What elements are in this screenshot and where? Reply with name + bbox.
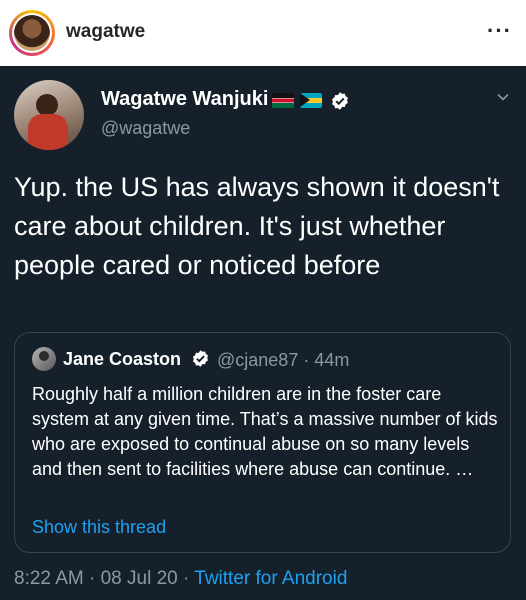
kenya-flag-icon bbox=[272, 93, 294, 108]
quoted-author-avatar[interactable] bbox=[32, 347, 56, 371]
quoted-author-name: Jane Coaston bbox=[63, 349, 182, 369]
quoted-handle-line: @cjane87 · 44m bbox=[217, 350, 350, 370]
instagram-post-header: wagatwe ··· bbox=[0, 0, 526, 66]
post-username[interactable]: wagatwe bbox=[66, 21, 145, 43]
more-horizontal-icon[interactable]: ··· bbox=[487, 18, 512, 44]
tweet-time: 8:22 AM bbox=[14, 568, 84, 589]
quoted-author-handle: @cjane87 bbox=[217, 350, 299, 370]
quoted-age: 44m bbox=[314, 350, 350, 370]
tweet-source-link[interactable]: Twitter for Android bbox=[194, 568, 347, 589]
chevron-down-icon[interactable] bbox=[496, 90, 510, 104]
verified-badge-icon bbox=[192, 350, 209, 367]
tweet-date: 08 Jul 20 bbox=[100, 568, 178, 589]
tweet-author-avatar[interactable] bbox=[14, 80, 84, 150]
bahamas-flag-icon bbox=[300, 93, 322, 108]
tweet-card: Wagatwe Wanjuki @wagatwe Yup. the US has… bbox=[0, 66, 526, 600]
tweet-author-name[interactable]: Wagatwe Wanjuki bbox=[101, 88, 268, 111]
quoted-tweet[interactable]: Jane Coaston @cjane87 · 44m Roughly half… bbox=[14, 332, 511, 553]
tweet-author-handle[interactable]: @wagatwe bbox=[101, 118, 190, 139]
verified-badge-icon bbox=[332, 92, 348, 110]
profile-avatar[interactable] bbox=[9, 10, 55, 56]
show-thread-link[interactable]: Show this thread bbox=[32, 517, 166, 538]
tweet-meta: 8:22 AM · 08 Jul 20 · Twitter for Androi… bbox=[14, 568, 348, 589]
quoted-text: Roughly half a million children are in t… bbox=[32, 384, 498, 479]
tweet-text: Yup. the US has always shown it doesn't … bbox=[14, 172, 500, 280]
